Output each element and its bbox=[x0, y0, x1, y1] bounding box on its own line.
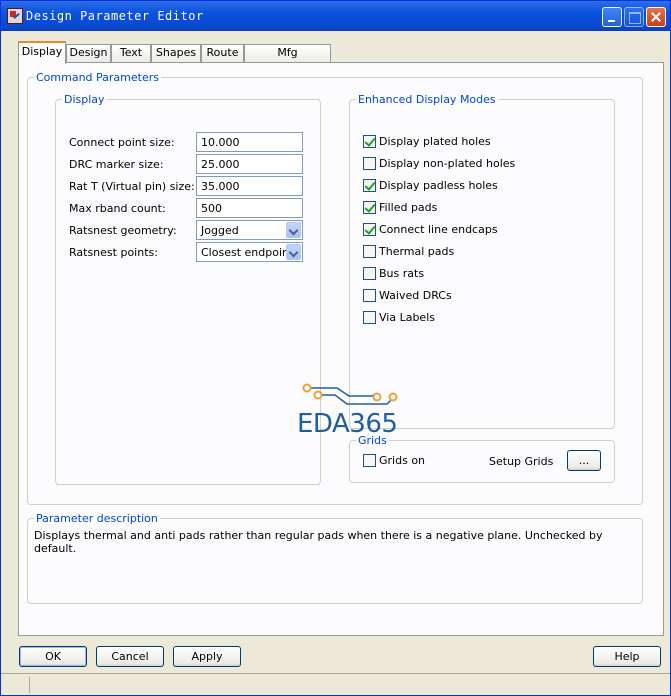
connect-line-endcaps-checkbox[interactable] bbox=[363, 223, 376, 236]
parameter-description-group: Parameter description bbox=[27, 512, 643, 604]
connect-line-endcaps-label: Connect line endcaps bbox=[379, 223, 498, 236]
tab-mfg-applications[interactable]: Mfg Applications bbox=[244, 44, 331, 75]
display-plated-holes-checkbox[interactable] bbox=[363, 135, 376, 148]
waived-drcs-checkbox[interactable] bbox=[363, 289, 376, 302]
grids-on-label: Grids on bbox=[379, 454, 426, 467]
status-bar bbox=[1, 673, 670, 695]
grids-on-checkbox[interactable] bbox=[363, 454, 376, 467]
cancel-button[interactable]: Cancel bbox=[96, 646, 164, 667]
thermal-pads-checkbox[interactable] bbox=[363, 245, 376, 258]
title-bar[interactable]: Design Parameter Editor bbox=[1, 1, 670, 31]
tab-shapes[interactable]: Shapes bbox=[151, 44, 201, 62]
status-bar-cell bbox=[4, 677, 30, 693]
connect-point-size-label: Connect point size: bbox=[69, 136, 175, 149]
setup-grids-button[interactable]: ... bbox=[567, 450, 601, 471]
display-padless-holes-label: Display padless holes bbox=[379, 179, 498, 192]
bus-rats-checkbox[interactable] bbox=[363, 267, 376, 280]
display-plated-holes-label: Display plated holes bbox=[379, 135, 491, 148]
filled-pads-label: Filled pads bbox=[379, 201, 438, 214]
ratsnest-points-label: Ratsnest points: bbox=[69, 246, 158, 259]
help-button[interactable]: Help bbox=[593, 646, 661, 667]
rat-t-size-field[interactable] bbox=[196, 176, 303, 196]
ratsnest-geometry-label: Ratsnest geometry: bbox=[69, 224, 177, 237]
display-padless-holes-checkbox[interactable] bbox=[363, 179, 376, 192]
tab-text[interactable]: Text bbox=[111, 44, 151, 62]
tab-panel-display: Command Parameters Display Connect point… bbox=[18, 62, 664, 636]
apply-button[interactable]: Apply bbox=[173, 646, 241, 667]
display-legend: Display bbox=[64, 93, 105, 106]
parameter-description-legend: Parameter description bbox=[36, 512, 158, 525]
max-rband-count-label: Max rband count: bbox=[69, 202, 166, 215]
max-rband-count-field[interactable] bbox=[196, 198, 303, 218]
ratsnest-points-select[interactable]: Closest endpoint bbox=[196, 242, 303, 262]
ok-button[interactable]: OK bbox=[19, 646, 87, 667]
via-labels-checkbox[interactable] bbox=[363, 311, 376, 324]
parameter-description-text: Displays thermal and anti pads rather th… bbox=[34, 529, 603, 555]
display-non-plated-holes-checkbox[interactable] bbox=[363, 157, 376, 170]
watermark-text: EDA365 bbox=[297, 409, 398, 439]
drc-marker-size-label: DRC marker size: bbox=[69, 158, 164, 171]
setup-grids-label: Setup Grids bbox=[489, 455, 554, 468]
connect-point-size-field[interactable] bbox=[196, 132, 303, 152]
eda365-watermark: EDA365 bbox=[297, 383, 412, 443]
design-parameter-editor-window: Design Parameter Editor Display Design T… bbox=[0, 0, 671, 696]
command-parameters-legend: Command Parameters bbox=[36, 71, 159, 84]
enhanced-display-modes-legend: Enhanced Display Modes bbox=[358, 93, 496, 106]
filled-pads-checkbox[interactable] bbox=[363, 201, 376, 214]
ratsnest-geometry-select[interactable]: Jogged bbox=[196, 220, 303, 240]
app-icon bbox=[7, 8, 23, 24]
chevron-down-icon[interactable] bbox=[286, 244, 301, 260]
tab-design[interactable]: Design bbox=[66, 44, 111, 62]
ratsnest-points-value: Closest endpoint bbox=[201, 246, 294, 259]
maximize-button[interactable] bbox=[624, 7, 644, 27]
window-title: Design Parameter Editor bbox=[26, 9, 204, 23]
tab-route[interactable]: Route bbox=[201, 44, 244, 62]
minimize-button[interactable] bbox=[602, 7, 622, 27]
thermal-pads-label: Thermal pads bbox=[379, 245, 455, 258]
rat-t-size-label: Rat T (Virtual pin) size: bbox=[69, 180, 195, 193]
bus-rats-label: Bus rats bbox=[379, 267, 425, 280]
waived-drcs-label: Waived DRCs bbox=[379, 289, 452, 302]
ratsnest-geometry-value: Jogged bbox=[201, 224, 239, 237]
via-labels-label: Via Labels bbox=[379, 311, 435, 324]
tab-display[interactable]: Display bbox=[18, 41, 66, 64]
chevron-down-icon[interactable] bbox=[286, 222, 301, 238]
close-button[interactable] bbox=[646, 7, 666, 27]
display-non-plated-holes-label: Display non-plated holes bbox=[379, 157, 516, 170]
drc-marker-size-field[interactable] bbox=[196, 154, 303, 174]
